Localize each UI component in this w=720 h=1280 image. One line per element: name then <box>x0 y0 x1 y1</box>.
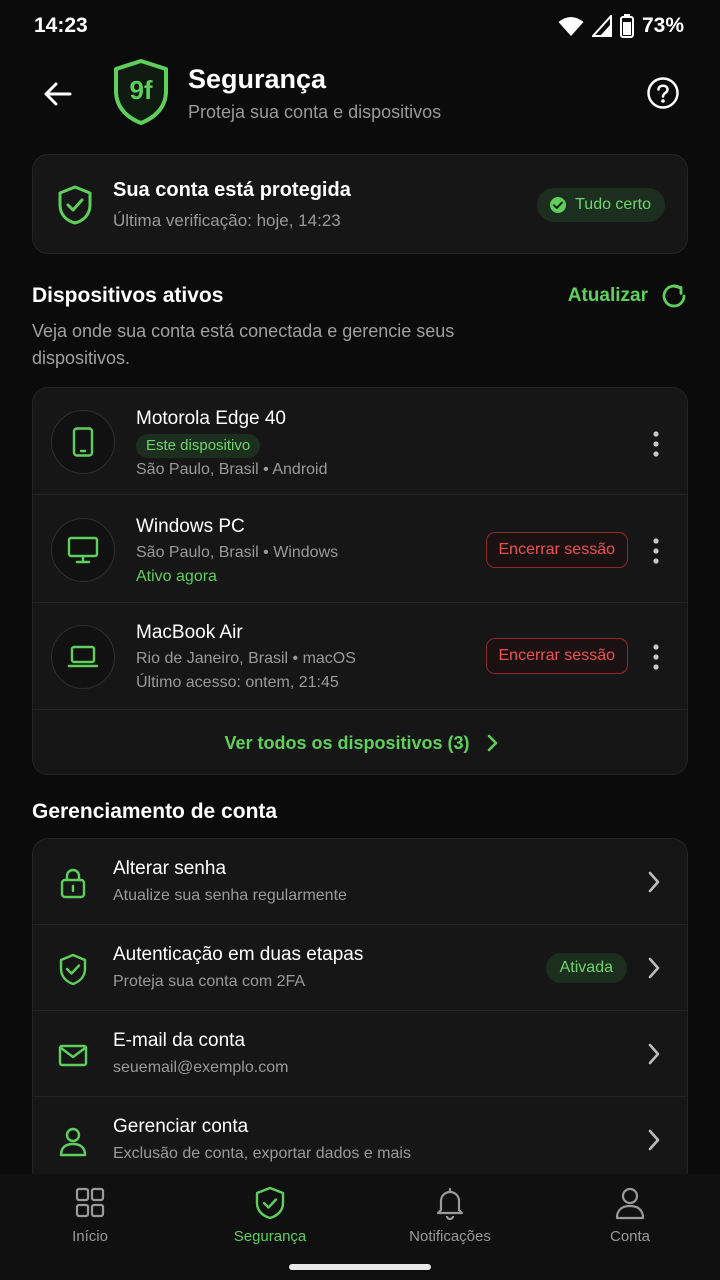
user-icon <box>59 1127 87 1157</box>
user-icon <box>615 1187 645 1220</box>
item-title: Alterar senha <box>113 858 227 879</box>
current-device-chip: Este dispositivo <box>136 434 261 458</box>
device-meta: São Paulo, Brasil • Windows <box>136 544 339 561</box>
smartphone-icon <box>72 427 94 457</box>
page-subtitle: Proteja sua conta e dispositivos <box>188 102 442 122</box>
device-row-macbook[interactable]: MacBook Air Rio de Janeiro, Brasil • mac… <box>33 603 687 710</box>
see-all-devices-link[interactable]: Ver todos os dispositivos (3) <box>33 710 687 774</box>
app-header: 9f Segurança Proteja sua conta e disposi… <box>0 56 720 136</box>
item-subtitle: seuemail@exemplo.com <box>113 1059 289 1076</box>
status-last-check: Última verificação: hoje, 14:23 <box>113 211 341 230</box>
account-email-item[interactable]: E-mail da conta seuemail@exemplo.com <box>33 1011 687 1097</box>
more-options-icon[interactable] <box>645 429 667 459</box>
logo-text: 9f <box>129 75 152 105</box>
back-arrow-icon[interactable] <box>38 74 78 114</box>
see-all-label: Ver todos os dispositivos (3) <box>224 732 470 753</box>
change-password-item[interactable]: Alterar senha Atualize sua senha regular… <box>33 839 687 925</box>
more-options-icon[interactable] <box>645 536 667 566</box>
device-name: Motorola Edge 40 <box>136 408 286 429</box>
status-time: 14:23 <box>34 14 88 37</box>
item-title: Autenticação em duas etapas <box>113 944 364 965</box>
laptop-icon <box>67 645 99 668</box>
end-session-button[interactable]: Encerrar sessão <box>485 638 628 674</box>
status-icons: 73% <box>558 14 684 38</box>
device-meta: São Paulo, Brasil • Android <box>136 461 328 478</box>
nav-label: Segurança <box>233 1228 307 1245</box>
refresh-label: Atualizar <box>567 285 648 306</box>
nav-label: Conta <box>609 1228 651 1245</box>
more-options-icon[interactable] <box>645 642 667 672</box>
shield-icon <box>255 1186 285 1220</box>
device-icon-wrap <box>51 410 115 474</box>
chevron-right-icon <box>648 1043 660 1065</box>
chevron-right-icon <box>648 871 660 893</box>
shield-check-icon <box>58 185 92 225</box>
nav-item-conta[interactable]: Conta <box>540 1174 720 1280</box>
nav-item-inicio[interactable]: Início <box>0 1174 180 1280</box>
device-last-access: Último acesso: ontem, 21:45 <box>136 674 339 691</box>
bell-icon <box>436 1187 464 1220</box>
two-factor-item[interactable]: Autenticação em duas etapas Proteja sua … <box>33 925 687 1011</box>
shield-check-icon <box>59 953 87 985</box>
item-subtitle: Atualize sua senha regularmente <box>113 887 347 904</box>
nav-label: Notificações <box>409 1228 491 1245</box>
chevron-right-icon <box>487 734 497 752</box>
item-subtitle: Exclusão de conta, exportar dados e mais <box>113 1145 411 1162</box>
status-title: Sua conta está protegida <box>113 179 351 201</box>
device-row-windows[interactable]: Windows PC São Paulo, Brasil • Windows A… <box>33 496 687 603</box>
chevron-right-icon <box>648 1129 660 1151</box>
signal-icon <box>591 15 612 37</box>
item-subtitle: Proteja sua conta com 2FA <box>113 973 306 990</box>
devices-section-description: Veja onde sua conta está conectada e ger… <box>32 321 455 368</box>
app-logo: 9f <box>114 59 168 125</box>
mail-icon <box>58 1044 88 1067</box>
device-name: Windows PC <box>136 516 245 537</box>
battery-percent: 73% <box>641 14 684 37</box>
wifi-icon <box>558 17 584 36</box>
item-title: Gerenciar conta <box>113 1116 249 1137</box>
check-circle-icon <box>550 197 567 213</box>
device-row-motorola[interactable]: Motorola Edge 40 Este dispositivo São Pa… <box>33 388 687 495</box>
nav-label: Início <box>72 1228 108 1245</box>
grid-icon <box>75 1187 105 1218</box>
device-name: MacBook Air <box>136 622 243 643</box>
item-title: E-mail da conta <box>113 1030 246 1051</box>
help-icon[interactable] <box>646 76 680 110</box>
device-meta: Rio de Janeiro, Brasil • macOS <box>136 650 356 667</box>
device-status: Ativo agora <box>136 568 217 585</box>
devices-list: Motorola Edge 40 Este dispositivo São Pa… <box>32 387 688 775</box>
two-factor-enabled-chip: Ativada <box>545 953 627 983</box>
lock-icon <box>60 868 86 899</box>
status-badge-label: Tudo certo <box>575 196 651 213</box>
chevron-right-icon <box>648 957 660 979</box>
manage-account-item[interactable]: Gerenciar conta Exclusão de conta, expor… <box>33 1097 687 1178</box>
battery-icon <box>619 14 634 38</box>
device-icon-wrap <box>51 518 115 582</box>
devices-section-title: Dispositivos ativos <box>32 284 224 307</box>
refresh-button[interactable]: Atualizar <box>568 282 688 310</box>
home-indicator[interactable] <box>289 1264 431 1270</box>
refresh-icon <box>662 284 686 308</box>
account-section-title: Gerenciamento de conta <box>32 800 278 823</box>
protection-status-card: Sua conta está protegida Última verifica… <box>32 154 688 254</box>
device-icon-wrap <box>51 625 115 689</box>
status-badge: Tudo certo <box>537 188 665 222</box>
page-title: Segurança <box>188 64 327 94</box>
status-bar: 14:23 73% <box>0 0 720 52</box>
account-management-list: Alterar senha Atualize sua senha regular… <box>32 838 688 1178</box>
monitor-icon <box>67 536 99 564</box>
end-session-button[interactable]: Encerrar sessão <box>485 532 628 568</box>
